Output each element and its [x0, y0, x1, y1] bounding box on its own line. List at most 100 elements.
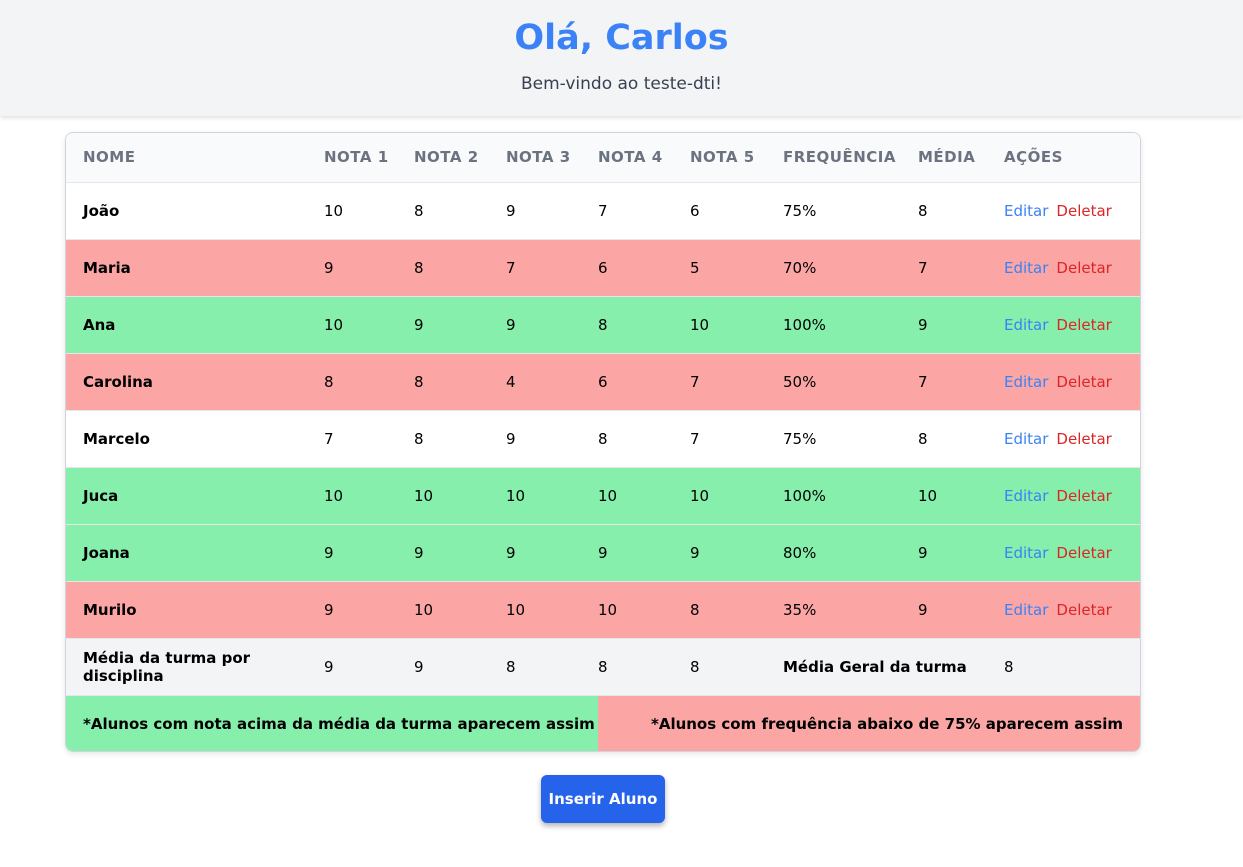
cell-nota3: 10: [506, 580, 598, 638]
col-header-nota1: NOTA 1: [324, 133, 414, 183]
cell-nota4: 8: [598, 295, 690, 353]
cell-nota2: 8: [414, 238, 506, 296]
table-row: Marcelo 7 8 9 8 7 75% 8 Editar Deletar: [66, 409, 1140, 467]
class-average-nota4: 8: [598, 637, 690, 695]
table-row: Ana 10 9 9 8 10 100% 9 Editar Deletar: [66, 295, 1140, 353]
cell-media: 9: [918, 580, 1004, 638]
edit-link[interactable]: Editar: [1004, 202, 1048, 220]
legend-above-average: *Alunos com nota acima da média da turma…: [66, 696, 598, 751]
cell-nota1: 10: [324, 181, 414, 239]
cell-nota1: 8: [324, 352, 414, 410]
cell-actions: Editar Deletar: [1004, 295, 1140, 353]
cell-student-name: Marcelo: [66, 409, 324, 467]
table-header-row: NOME NOTA 1 NOTA 2 NOTA 3 NOTA 4 NOTA 5 …: [66, 133, 1140, 183]
cell-actions: Editar Deletar: [1004, 238, 1140, 296]
delete-link[interactable]: Deletar: [1056, 487, 1111, 505]
cell-nota4: 8: [598, 409, 690, 467]
cell-nota1: 10: [324, 466, 414, 524]
cell-student-name: Maria: [66, 238, 324, 296]
insert-student-button[interactable]: Inserir Aluno: [541, 775, 665, 823]
cell-nota2: 9: [414, 523, 506, 581]
edit-link[interactable]: Editar: [1004, 487, 1048, 505]
class-average-row: Média da turma por disciplina 9 9 8 8 8 …: [66, 637, 1140, 695]
cell-actions: Editar Deletar: [1004, 466, 1140, 524]
cell-frequencia: 50%: [783, 352, 918, 410]
cell-actions: Editar Deletar: [1004, 181, 1140, 239]
edit-link[interactable]: Editar: [1004, 430, 1048, 448]
delete-link[interactable]: Deletar: [1056, 316, 1111, 334]
delete-link[interactable]: Deletar: [1056, 601, 1111, 619]
cell-frequencia: 80%: [783, 523, 918, 581]
cell-nota3: 4: [506, 352, 598, 410]
cell-frequencia: 75%: [783, 409, 918, 467]
cell-nota4: 6: [598, 238, 690, 296]
cell-media: 7: [918, 352, 1004, 410]
col-header-nota5: NOTA 5: [690, 133, 783, 183]
cell-nota5: 10: [690, 295, 783, 353]
cell-media: 9: [918, 295, 1004, 353]
delete-link[interactable]: Deletar: [1056, 544, 1111, 562]
cell-media: 9: [918, 523, 1004, 581]
cell-nota4: 10: [598, 466, 690, 524]
cell-nota3: 10: [506, 466, 598, 524]
cell-actions: Editar Deletar: [1004, 409, 1140, 467]
cell-student-name: Juca: [66, 466, 324, 524]
delete-link[interactable]: Deletar: [1056, 202, 1111, 220]
cell-nota5: 10: [690, 466, 783, 524]
page-header: Olá, Carlos Bem-vindo ao teste-dti!: [0, 0, 1243, 116]
col-header-nota2: NOTA 2: [414, 133, 506, 183]
cell-nota3: 9: [506, 181, 598, 239]
delete-link[interactable]: Deletar: [1056, 430, 1111, 448]
col-header-media: MÉDIA: [918, 133, 1004, 183]
cell-actions: Editar Deletar: [1004, 580, 1140, 638]
cell-student-name: Murilo: [66, 580, 324, 638]
cell-nota5: 7: [690, 352, 783, 410]
cell-nota4: 10: [598, 580, 690, 638]
cell-nota5: 9: [690, 523, 783, 581]
cell-nota1: 9: [324, 238, 414, 296]
cell-nota5: 6: [690, 181, 783, 239]
cell-nota2: 8: [414, 352, 506, 410]
class-average-nota2: 9: [414, 637, 506, 695]
class-average-nota3: 8: [506, 637, 598, 695]
cell-nota5: 5: [690, 238, 783, 296]
cell-student-name: Carolina: [66, 352, 324, 410]
cell-nota1: 7: [324, 409, 414, 467]
col-header-acoes: AÇÕES: [1004, 133, 1140, 183]
edit-link[interactable]: Editar: [1004, 259, 1048, 277]
cell-nota4: 6: [598, 352, 690, 410]
table-row: Murilo 9 10 10 10 8 35% 9 Editar Deletar: [66, 580, 1140, 638]
overall-average-label: Média Geral da turma: [783, 637, 1004, 695]
edit-link[interactable]: Editar: [1004, 316, 1048, 334]
welcome-subtitle: Bem-vindo ao teste-dti!: [521, 74, 722, 94]
color-legend: *Alunos com nota acima da média da turma…: [66, 695, 1140, 751]
greeting-title: Olá, Carlos: [514, 18, 729, 58]
cell-media: 8: [918, 409, 1004, 467]
delete-link[interactable]: Deletar: [1056, 259, 1111, 277]
cell-frequencia: 70%: [783, 238, 918, 296]
cell-nota2: 10: [414, 580, 506, 638]
cell-media: 10: [918, 466, 1004, 524]
cell-media: 8: [918, 181, 1004, 239]
col-header-nota3: NOTA 3: [506, 133, 598, 183]
cell-student-name: Joana: [66, 523, 324, 581]
cell-frequencia: 75%: [783, 181, 918, 239]
cell-actions: Editar Deletar: [1004, 523, 1140, 581]
table-row: João 10 8 9 7 6 75% 8 Editar Deletar: [66, 181, 1140, 239]
col-header-frequencia: FREQUÊNCIA: [783, 133, 918, 183]
col-header-nota4: NOTA 4: [598, 133, 690, 183]
cell-nota2: 9: [414, 295, 506, 353]
edit-link[interactable]: Editar: [1004, 373, 1048, 391]
cell-nota2: 8: [414, 181, 506, 239]
edit-link[interactable]: Editar: [1004, 601, 1048, 619]
cell-student-name: João: [66, 181, 324, 239]
cell-nota3: 7: [506, 238, 598, 296]
cell-frequencia: 35%: [783, 580, 918, 638]
cell-nota3: 9: [506, 295, 598, 353]
cell-student-name: Ana: [66, 295, 324, 353]
cell-nota4: 9: [598, 523, 690, 581]
edit-link[interactable]: Editar: [1004, 544, 1048, 562]
delete-link[interactable]: Deletar: [1056, 373, 1111, 391]
table-row: Juca 10 10 10 10 10 100% 10 Editar Deletar: [66, 466, 1140, 524]
class-average-nota5: 8: [690, 637, 783, 695]
